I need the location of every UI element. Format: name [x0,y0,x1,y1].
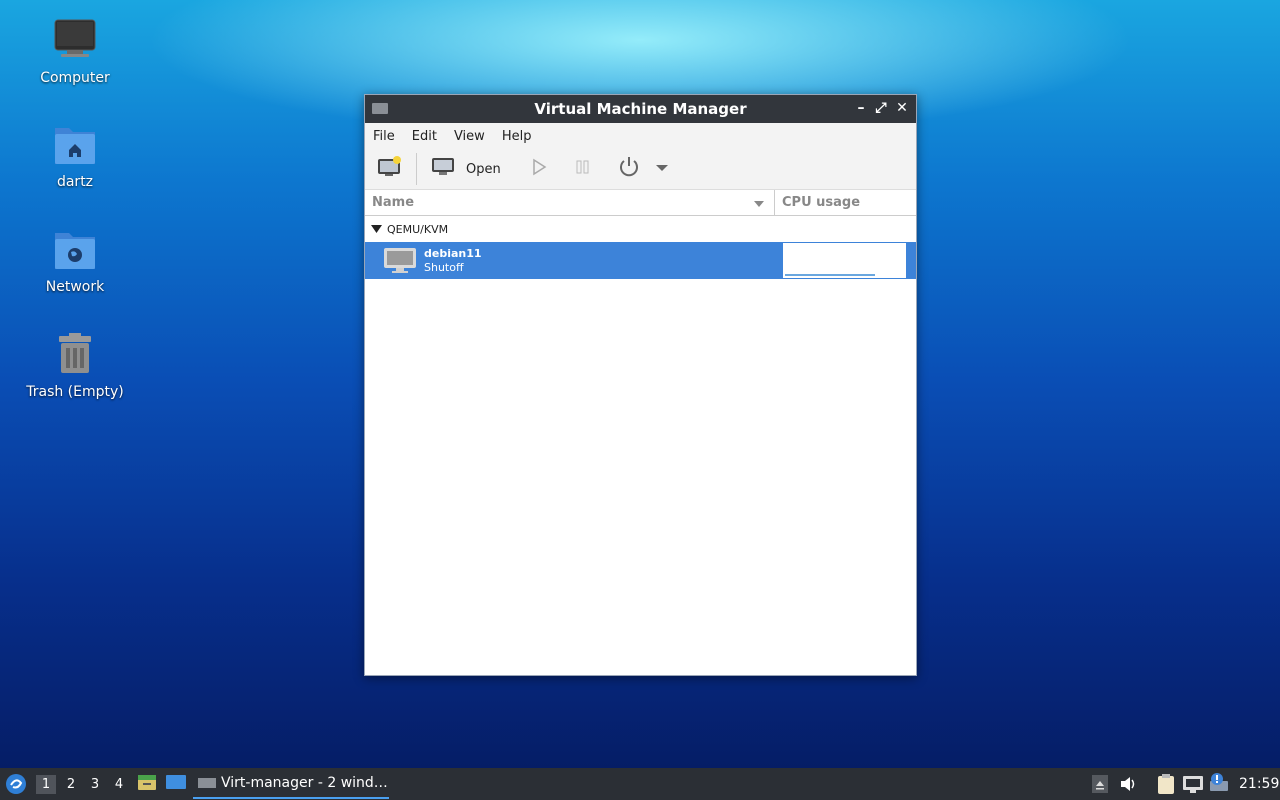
power-icon [617,155,641,183]
menu-view[interactable]: View [454,129,485,144]
new-vm-button[interactable] [377,153,403,185]
column-header: Name CPU usage [365,190,916,216]
network-folder-icon [51,227,99,275]
start-menu-icon[interactable] [5,773,27,795]
desktop-icon-home[interactable]: dartz [20,122,130,190]
vm-row-selected[interactable]: debian11 Shutoff [365,242,916,279]
trash-icon [51,332,99,380]
cpu-usage-line [785,274,875,276]
clock[interactable]: 21:59 [1239,776,1279,792]
vmm-window: Virtual Machine Manager – ⤢ ✕ File Edit … [364,94,917,676]
open-button[interactable]: Open [431,153,501,185]
column-cpu-usage[interactable]: CPU usage [782,195,860,210]
pause-button[interactable] [575,153,591,185]
menu-edit[interactable]: Edit [412,129,437,144]
minimize-button[interactable]: – [852,99,870,117]
workspace-1[interactable]: 1 [36,774,56,794]
desktop-icon-trash[interactable]: Trash (Empty) [20,332,130,400]
desktop-icon-network[interactable]: Network [20,227,130,295]
close-button[interactable]: ✕ [893,99,911,117]
desktop-icon-label: Network [45,279,105,295]
column-name[interactable]: Name [372,195,414,210]
shutdown-button[interactable] [617,153,641,185]
computer-icon [51,18,99,66]
workspace-2[interactable]: 2 [61,777,81,792]
clipboard-icon[interactable] [1156,773,1176,799]
maximize-button[interactable]: ⤢ [872,99,890,117]
vm-monitor-icon [384,248,416,278]
chevron-down-icon [655,162,669,177]
desktop-icon-label: dartz [56,174,94,190]
expander-icon[interactable] [371,223,382,236]
open-button-label: Open [466,161,501,177]
taskbar: 1 2 3 4 Virt-manager - 2 wind… 21:59 [0,768,1280,800]
pause-icon [575,159,591,179]
vm-name: debian11 [424,247,482,260]
play-icon [531,158,547,180]
toolbar: Open [365,149,916,190]
connection-row[interactable]: QEMU/KVM [365,216,916,242]
task-label: Virt-manager - 2 wind… [221,775,388,791]
menubar: File Edit View Help [365,123,916,149]
show-desktop-icon[interactable] [165,773,187,795]
connection-label: QEMU/KVM [387,222,449,236]
workspace-4[interactable]: 4 [109,777,129,792]
taskbar-task-virt-manager[interactable]: Virt-manager - 2 wind… [193,769,389,799]
virt-manager-task-icon [198,778,216,788]
desktop-icon-label: Computer [40,70,110,86]
desktop-icon-label: Trash (Empty) [26,384,124,400]
shutdown-menu-button[interactable] [655,153,669,185]
vm-status: Shutoff [424,261,464,274]
monitor-icon [431,156,455,182]
cpu-usage-graph [783,243,906,278]
new-vm-icon [377,155,403,183]
window-title: Virtual Machine Manager [534,100,747,118]
window-titlebar[interactable]: Virtual Machine Manager – ⤢ ✕ [365,95,916,123]
run-button[interactable] [531,153,547,185]
tray-expand-icon[interactable] [1092,775,1108,797]
desktop-icon-computer[interactable]: Computer [20,18,130,86]
file-manager-launcher-icon[interactable] [137,773,157,795]
column-divider [774,190,775,215]
home-folder-icon [51,122,99,170]
menu-help[interactable]: Help [502,129,532,144]
update-notifier-icon[interactable] [1208,773,1230,797]
volume-icon[interactable] [1119,775,1137,797]
workspace-3[interactable]: 3 [85,777,105,792]
menu-file[interactable]: File [373,129,395,144]
network-tray-icon[interactable] [1182,774,1204,798]
sort-chevron-icon[interactable] [753,197,765,212]
